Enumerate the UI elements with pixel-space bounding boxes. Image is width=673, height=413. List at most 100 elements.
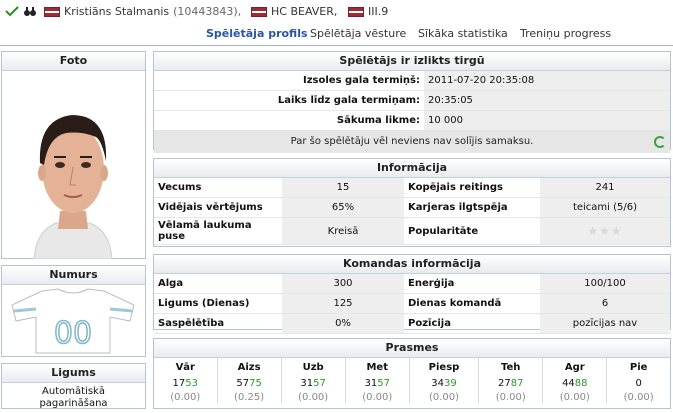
league-link[interactable]: III.9: [368, 5, 388, 18]
team-info-title: Komandas informācija: [154, 255, 670, 274]
contract-panel: Ligums Automātiskā pagarināšana: [1, 363, 146, 409]
tab-detailed-stats[interactable]: Sīkāka statistika: [418, 27, 508, 40]
player-name[interactable]: Kristiāns Stalmanis: [64, 5, 169, 18]
skill-potential: (0.00): [154, 390, 218, 404]
skill-value: 2787: [478, 376, 544, 390]
table-row: Izsoles gala termiņš: 2011-07-20 20:35:08: [154, 71, 670, 91]
energy-label: Enerģija: [404, 274, 540, 294]
number-title: Numurs: [2, 266, 145, 285]
latvia-flag-icon: [251, 6, 267, 17]
skill-header-experience: Pie: [629, 361, 648, 373]
tab-player-profile[interactable]: Spēlētāja profils: [206, 27, 308, 40]
photo-title: Foto: [2, 52, 145, 71]
salary-label: Alga: [154, 274, 282, 294]
auction-title: Spēlētājs ir izlikts tirgū: [154, 52, 670, 71]
auction-end-label: Izsoles gala termiņš:: [154, 71, 424, 91]
latvia-flag-icon: [44, 6, 60, 17]
skill-value: 0: [635, 377, 642, 389]
skill-value: 4488: [542, 376, 608, 390]
tab-training-progress[interactable]: Treniņu progress: [520, 27, 611, 40]
days-in-team-value: 6: [540, 293, 670, 314]
skill-potential: (0.00): [345, 390, 410, 404]
team-info-table: Alga 300 Enerģija 100/100 Ligums (Dienas…: [154, 274, 670, 334]
position-value: pozīcijas nav: [540, 313, 670, 334]
player-header-bar: Kristiāns Stalmanis (10443843), HC BEAVE…: [0, 0, 673, 24]
overall-rating-label: Kopējais reitings: [404, 178, 540, 198]
skill-potential: (0.00): [409, 390, 480, 404]
skills-potential-row: (0.00) (0.25) (0.00) (0.00) (0.00) (0.00…: [154, 390, 670, 404]
skill-potential: (0.00): [623, 391, 654, 403]
auction-end-value: 2011-07-20 20:35:08: [424, 71, 670, 91]
auction-table: Izsoles gala termiņš: 2011-07-20 20:35:08…: [154, 71, 670, 131]
profile-tabs: Spēlētāja profils Spēlētāja vēsture Sīkā…: [200, 27, 670, 43]
skill-header-technique: Teh: [478, 358, 544, 376]
info-table: Vecums 15 Kopējais reitings 241 Vidējais…: [154, 178, 670, 245]
team-name-link[interactable]: HC BEAVER,: [271, 5, 337, 18]
info-panel: Informācija Vecums 15 Kopējais reitings …: [153, 158, 671, 247]
skill-value: 1753: [154, 376, 218, 390]
tabs-divider: [0, 45, 673, 46]
popularity-value: ★★★: [540, 217, 670, 245]
header-icons: [4, 5, 37, 17]
no-bids-note: Par šo spēlētāju vēl neviens nav solījis…: [154, 131, 670, 153]
table-row: Ligums (Dienas) 125 Dienas komandā 6: [154, 293, 670, 314]
player-name-group: Kristiāns Stalmanis (10443843),: [44, 5, 241, 18]
table-row: Vidējais vērtējums 65% Karjeras ilgtspēj…: [154, 197, 670, 218]
career-longevity-value: teicami (5/6): [540, 197, 670, 218]
skill-value: 3157: [345, 376, 410, 390]
skills-header-row: Vār Aizs Uzb Met Piesp Teh Agr Pie: [154, 358, 670, 376]
chemistry-value: 0%: [282, 313, 404, 334]
table-row: Vēlamā laukuma puse Kreisā Popularitāte …: [154, 217, 670, 245]
table-row: Alga 300 Enerģija 100/100: [154, 274, 670, 294]
skill-header-defense: Aizs: [217, 358, 282, 376]
checkmark-icon: [5, 6, 19, 17]
skill-header-aggression: Agr: [542, 358, 608, 376]
skill-header-passing: Piesp: [409, 358, 480, 376]
avg-rating-label: Vidējais vērtējums: [154, 197, 282, 218]
age-label: Vecums: [154, 178, 282, 198]
info-title: Informācija: [154, 159, 670, 178]
time-left-label: Laiks līdz gala termiņam:: [154, 90, 424, 111]
player-id: (10443843),: [173, 5, 242, 18]
energy-value: 100/100: [540, 274, 670, 294]
photo-panel: Foto: [1, 51, 146, 260]
no-bids-text: Par šo spēlētāju vēl neviens nav solījis…: [290, 136, 534, 147]
starting-bid-label: Sākuma likme:: [154, 110, 424, 131]
skill-value: 3439: [409, 376, 480, 390]
starting-bid-value: 10 000: [424, 110, 670, 131]
table-row: Vecums 15 Kopējais reitings 241: [154, 178, 670, 198]
skill-value: 3157: [281, 376, 346, 390]
skill-potential: (0.00): [281, 390, 346, 404]
team-info-panel: Komandas informācija Alga 300 Enerģija 1…: [153, 254, 671, 334]
refresh-icon[interactable]: [654, 136, 666, 148]
skills-panel: Prasmes Vār Aizs Uzb Met Piesp Teh Agr P…: [153, 338, 671, 409]
table-row: Laiks līdz gala termiņam: 20:35:05: [154, 90, 670, 111]
table-row: Sākuma likme: 10 000: [154, 110, 670, 131]
tab-player-history[interactable]: Spēlētāja vēsture: [310, 27, 406, 40]
avg-rating-value: 65%: [282, 197, 404, 218]
contract-days-label: Ligums (Dienas): [154, 293, 282, 314]
binoculars-icon[interactable]: [23, 5, 37, 17]
player-photo: [33, 115, 113, 260]
table-row: Saspēlētība 0% Pozīcija pozīcijas nav: [154, 313, 670, 334]
age-value: 15: [282, 178, 404, 198]
popularity-label: Popularitāte: [404, 217, 540, 245]
jersey-icon: 00: [11, 288, 135, 354]
latvia-flag-icon: [348, 6, 364, 17]
chemistry-label: Saspēlētība: [154, 313, 282, 334]
skills-values-row: 1753 5775 3157 3157 3439 2787 4488 0: [154, 376, 670, 390]
career-longevity-label: Karjeras ilgtspēja: [404, 197, 540, 218]
league-group: III.9: [348, 5, 388, 18]
salary-value: 300: [282, 274, 404, 294]
position-label: Pozīcija: [404, 313, 540, 334]
skills-table: Vār Aizs Uzb Met Piesp Teh Agr Pie 1753 …: [154, 358, 670, 404]
skill-potential: (0.00): [478, 390, 544, 404]
auction-panel: Spēlētājs ir izlikts tirgū Izsoles gala …: [153, 51, 671, 153]
preferred-side-value: Kreisā: [282, 217, 404, 245]
preferred-side-label: Vēlamā laukuma puse: [154, 217, 282, 245]
skill-potential: (0.00): [542, 390, 608, 404]
overall-rating-value: 241: [540, 178, 670, 198]
contract-days-value: 125: [282, 293, 404, 314]
contract-title: Ligums: [2, 364, 145, 383]
skill-header-offense: Uzb: [281, 358, 346, 376]
